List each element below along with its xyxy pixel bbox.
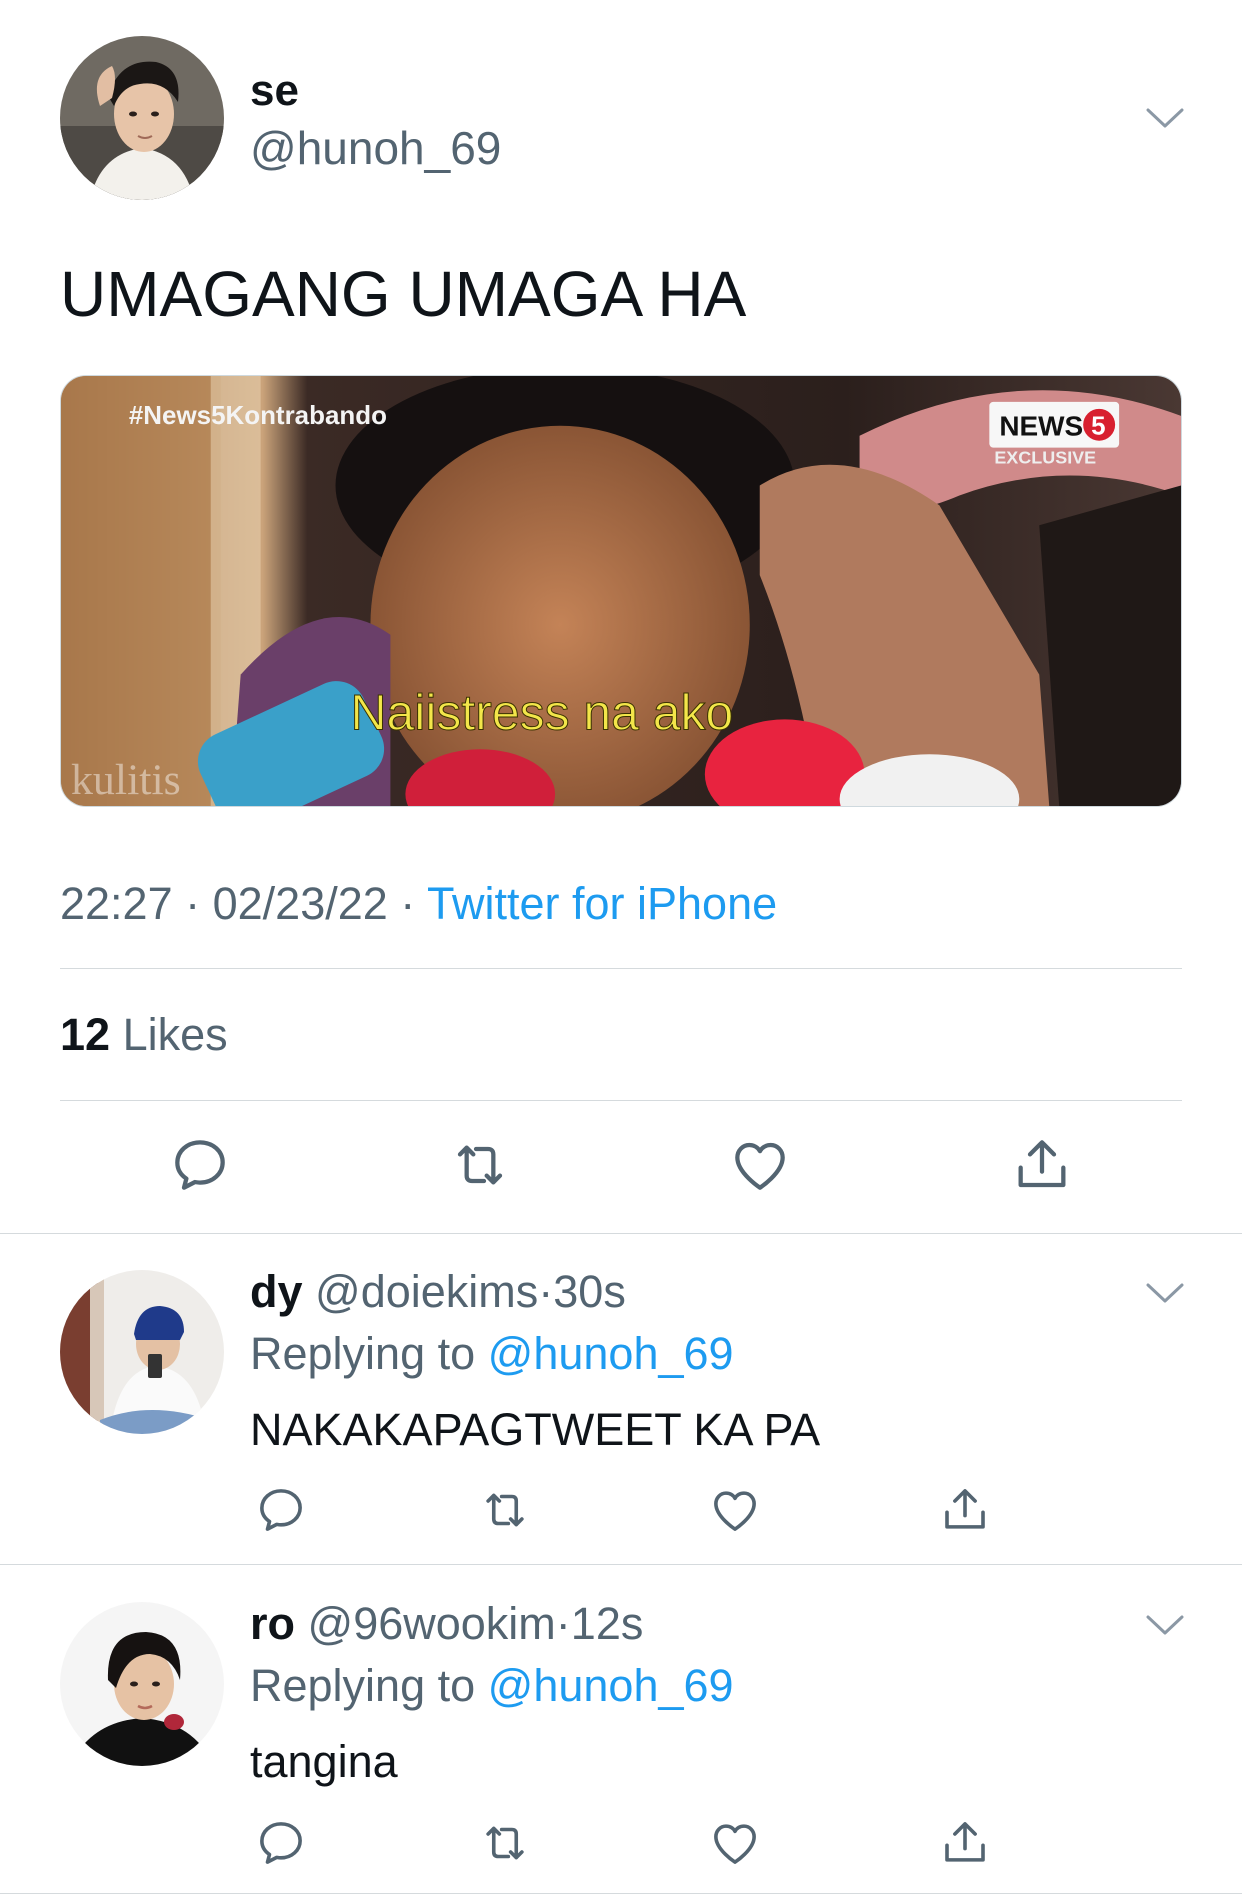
- reply-button[interactable]: [254, 1816, 308, 1870]
- heart-icon: [714, 1824, 756, 1864]
- share-button[interactable]: [1010, 1133, 1074, 1197]
- author-handle[interactable]: @hunoh_69: [250, 122, 501, 174]
- divider: [0, 1233, 1242, 1234]
- reply-button[interactable]: [168, 1133, 232, 1197]
- reply-avatar[interactable]: [60, 1602, 224, 1766]
- reply-author-handle[interactable]: @doiekims: [315, 1266, 538, 1317]
- reply-text: tangina: [250, 1736, 398, 1787]
- likes-link[interactable]: 12 Likes: [60, 1009, 228, 1061]
- media-caption: Naiistress na ako: [350, 684, 733, 740]
- divider: [60, 1100, 1182, 1101]
- chevron-down-icon[interactable]: [1145, 1281, 1185, 1305]
- reply-author-name[interactable]: ro: [250, 1598, 295, 1649]
- replying-to: Replying to @hunoh_69: [250, 1660, 734, 1712]
- tweet-source-link[interactable]: Twitter for iPhone: [427, 878, 777, 929]
- share-button[interactable]: [938, 1483, 992, 1537]
- reply-icon: [260, 1822, 302, 1864]
- retweet-button[interactable]: [478, 1816, 532, 1870]
- reply-author-handle[interactable]: @96wookim: [308, 1598, 556, 1649]
- reply-button[interactable]: [254, 1483, 308, 1537]
- retweet-button[interactable]: [478, 1483, 532, 1537]
- like-button[interactable]: [708, 1816, 762, 1870]
- tweet-time: 22:27: [60, 878, 173, 929]
- reply-header: ro @96wookim·12s: [250, 1598, 644, 1649]
- media-watermark: kulitis: [71, 756, 181, 804]
- author-avatar[interactable]: [60, 36, 224, 200]
- likes-label: Likes: [122, 1009, 228, 1060]
- share-icon: [945, 1489, 985, 1529]
- divider: [0, 1893, 1242, 1894]
- media-badge-sub: EXCLUSIVE: [994, 448, 1096, 468]
- tweet-media-image[interactable]: #News5Kontrabando NEWS 5 EXCLUSIVE Naiis…: [60, 375, 1182, 807]
- tweet-meta: 22:27 · 02/23/22 · Twitter for iPhone: [60, 878, 778, 929]
- replying-to-mention[interactable]: @hunoh_69: [488, 1660, 734, 1711]
- media-hashtag: #News5Kontrabando: [129, 402, 387, 430]
- share-icon: [1018, 1140, 1066, 1188]
- reply-avatar[interactable]: [60, 1270, 224, 1434]
- retweet-icon: [457, 1145, 503, 1185]
- media-badge: NEWS: [999, 411, 1083, 442]
- replying-to-mention[interactable]: @hunoh_69: [488, 1328, 734, 1379]
- likes-count: 12: [60, 1009, 111, 1060]
- reply-header: dy @doiekims·30s: [250, 1266, 626, 1317]
- share-button[interactable]: [938, 1816, 992, 1870]
- media-badge-number: 5: [1091, 413, 1105, 441]
- retweet-icon: [486, 1493, 524, 1527]
- author-name[interactable]: se: [250, 66, 299, 116]
- reply-time: 30s: [553, 1266, 626, 1317]
- retweet-icon: [486, 1826, 524, 1860]
- reply-icon: [260, 1489, 302, 1531]
- heart-icon: [714, 1491, 756, 1531]
- reply-author-name[interactable]: dy: [250, 1266, 303, 1317]
- retweet-button[interactable]: [448, 1133, 512, 1197]
- divider: [0, 1564, 1242, 1565]
- replying-to: Replying to @hunoh_69: [250, 1328, 734, 1380]
- replying-prefix: Replying to: [250, 1660, 476, 1711]
- tweet-date: 02/23/22: [212, 878, 388, 929]
- reply-text: NAKAKAPAGTWEET KA PA: [250, 1404, 821, 1455]
- replying-prefix: Replying to: [250, 1328, 476, 1379]
- like-button[interactable]: [708, 1483, 762, 1537]
- reply-icon: [175, 1140, 225, 1190]
- chevron-down-icon[interactable]: [1145, 1613, 1185, 1637]
- divider: [60, 968, 1182, 969]
- chevron-down-icon[interactable]: [1145, 106, 1185, 130]
- tweet-text: UMAGANG UMAGA HA: [60, 258, 747, 330]
- share-icon: [945, 1822, 985, 1862]
- reply-time: 12s: [570, 1598, 644, 1649]
- like-button[interactable]: [728, 1133, 792, 1197]
- heart-icon: [735, 1142, 785, 1190]
